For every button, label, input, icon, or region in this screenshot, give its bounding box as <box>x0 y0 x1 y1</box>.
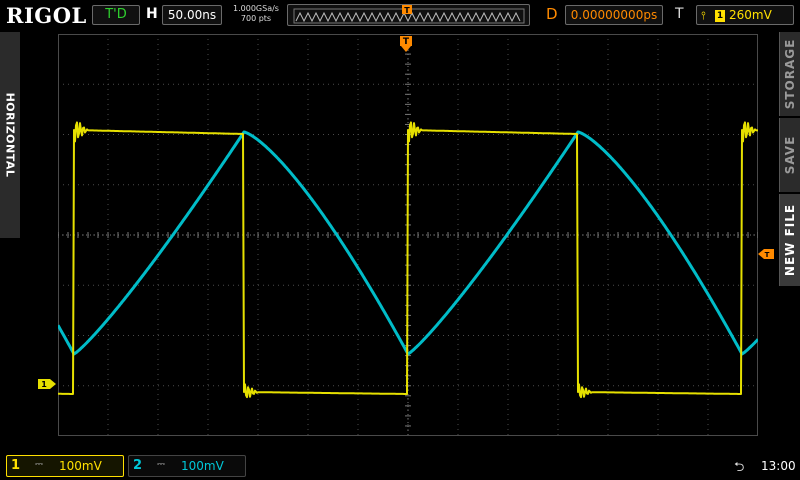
channel-1-scale: 100mV <box>59 459 102 473</box>
new-file-menu-tab[interactable]: NEW FILE <box>779 194 800 286</box>
waveform-traces <box>58 121 758 399</box>
timebase-value[interactable]: 50.00ns <box>162 5 222 25</box>
trigger-source-badge: 1 <box>715 9 725 22</box>
dc-coupling-icon: ⎓ <box>157 459 165 470</box>
svg-text:T: T <box>404 6 410 15</box>
trigger-label: T <box>675 6 684 22</box>
bottom-status-bar: 1 ⎓ 100mV 2 ⎓ 100mV ⮌ 13:00 <box>0 452 800 480</box>
channel-1-settings[interactable]: 1 ⎓ 100mV <box>6 455 124 477</box>
system-clock: 13:00 <box>761 459 796 473</box>
top-status-bar: RIGOL T'D H 50.00ns 1.000GSa/s 700 pts T… <box>0 0 800 30</box>
timebase-label: H <box>146 6 158 22</box>
channel-1-ground-marker-icon[interactable]: 1 <box>38 379 56 389</box>
channel-2-settings[interactable]: 2 ⎓ 100mV <box>128 455 246 477</box>
run-status-indicator[interactable]: T'D <box>92 5 140 25</box>
new-file-tab-label: NEW FILE <box>783 203 797 277</box>
rising-edge-icon: ⫯ <box>701 9 706 22</box>
memory-depth: 700 pts <box>240 14 272 23</box>
sample-rate: 1.000GSa/s <box>233 4 279 13</box>
horizontal-menu-tab[interactable]: HORIZONTAL <box>0 32 20 238</box>
channel-1-waveform <box>58 121 758 399</box>
channel-1-number: 1 <box>11 458 21 473</box>
trigger-level-value: 260mV <box>729 8 772 22</box>
svg-text:1: 1 <box>41 380 47 389</box>
svg-text:T: T <box>765 251 770 259</box>
horizontal-tab-label: HORIZONTAL <box>3 92 17 178</box>
waveform-display[interactable] <box>58 34 758 436</box>
usb-icon: ⮌ <box>734 460 745 475</box>
save-tab-label: SAVE <box>783 135 797 175</box>
brand-logo: RIGOL <box>6 3 87 28</box>
horizontal-delay-value[interactable]: 0.00000000ps <box>565 5 663 25</box>
channel-2-scale: 100mV <box>181 459 224 473</box>
trigger-position-marker-icon: T <box>402 5 412 15</box>
delay-label: D <box>546 5 558 23</box>
memory-waveform-preview: T <box>293 5 525 24</box>
storage-tab-label: STORAGE <box>783 38 797 110</box>
channel-2-number: 2 <box>133 458 143 473</box>
storage-menu-tab[interactable]: STORAGE <box>779 32 800 116</box>
acquisition-info: 1.000GSa/s 700 pts <box>228 4 284 24</box>
dc-coupling-icon: ⎓ <box>35 459 43 470</box>
memory-position-bar[interactable]: T <box>287 4 530 26</box>
trigger-level-marker-icon[interactable]: T <box>758 249 774 259</box>
trigger-settings[interactable]: ⫯ 1 260mV <box>696 5 794 25</box>
save-menu-tab[interactable]: SAVE <box>779 118 800 192</box>
